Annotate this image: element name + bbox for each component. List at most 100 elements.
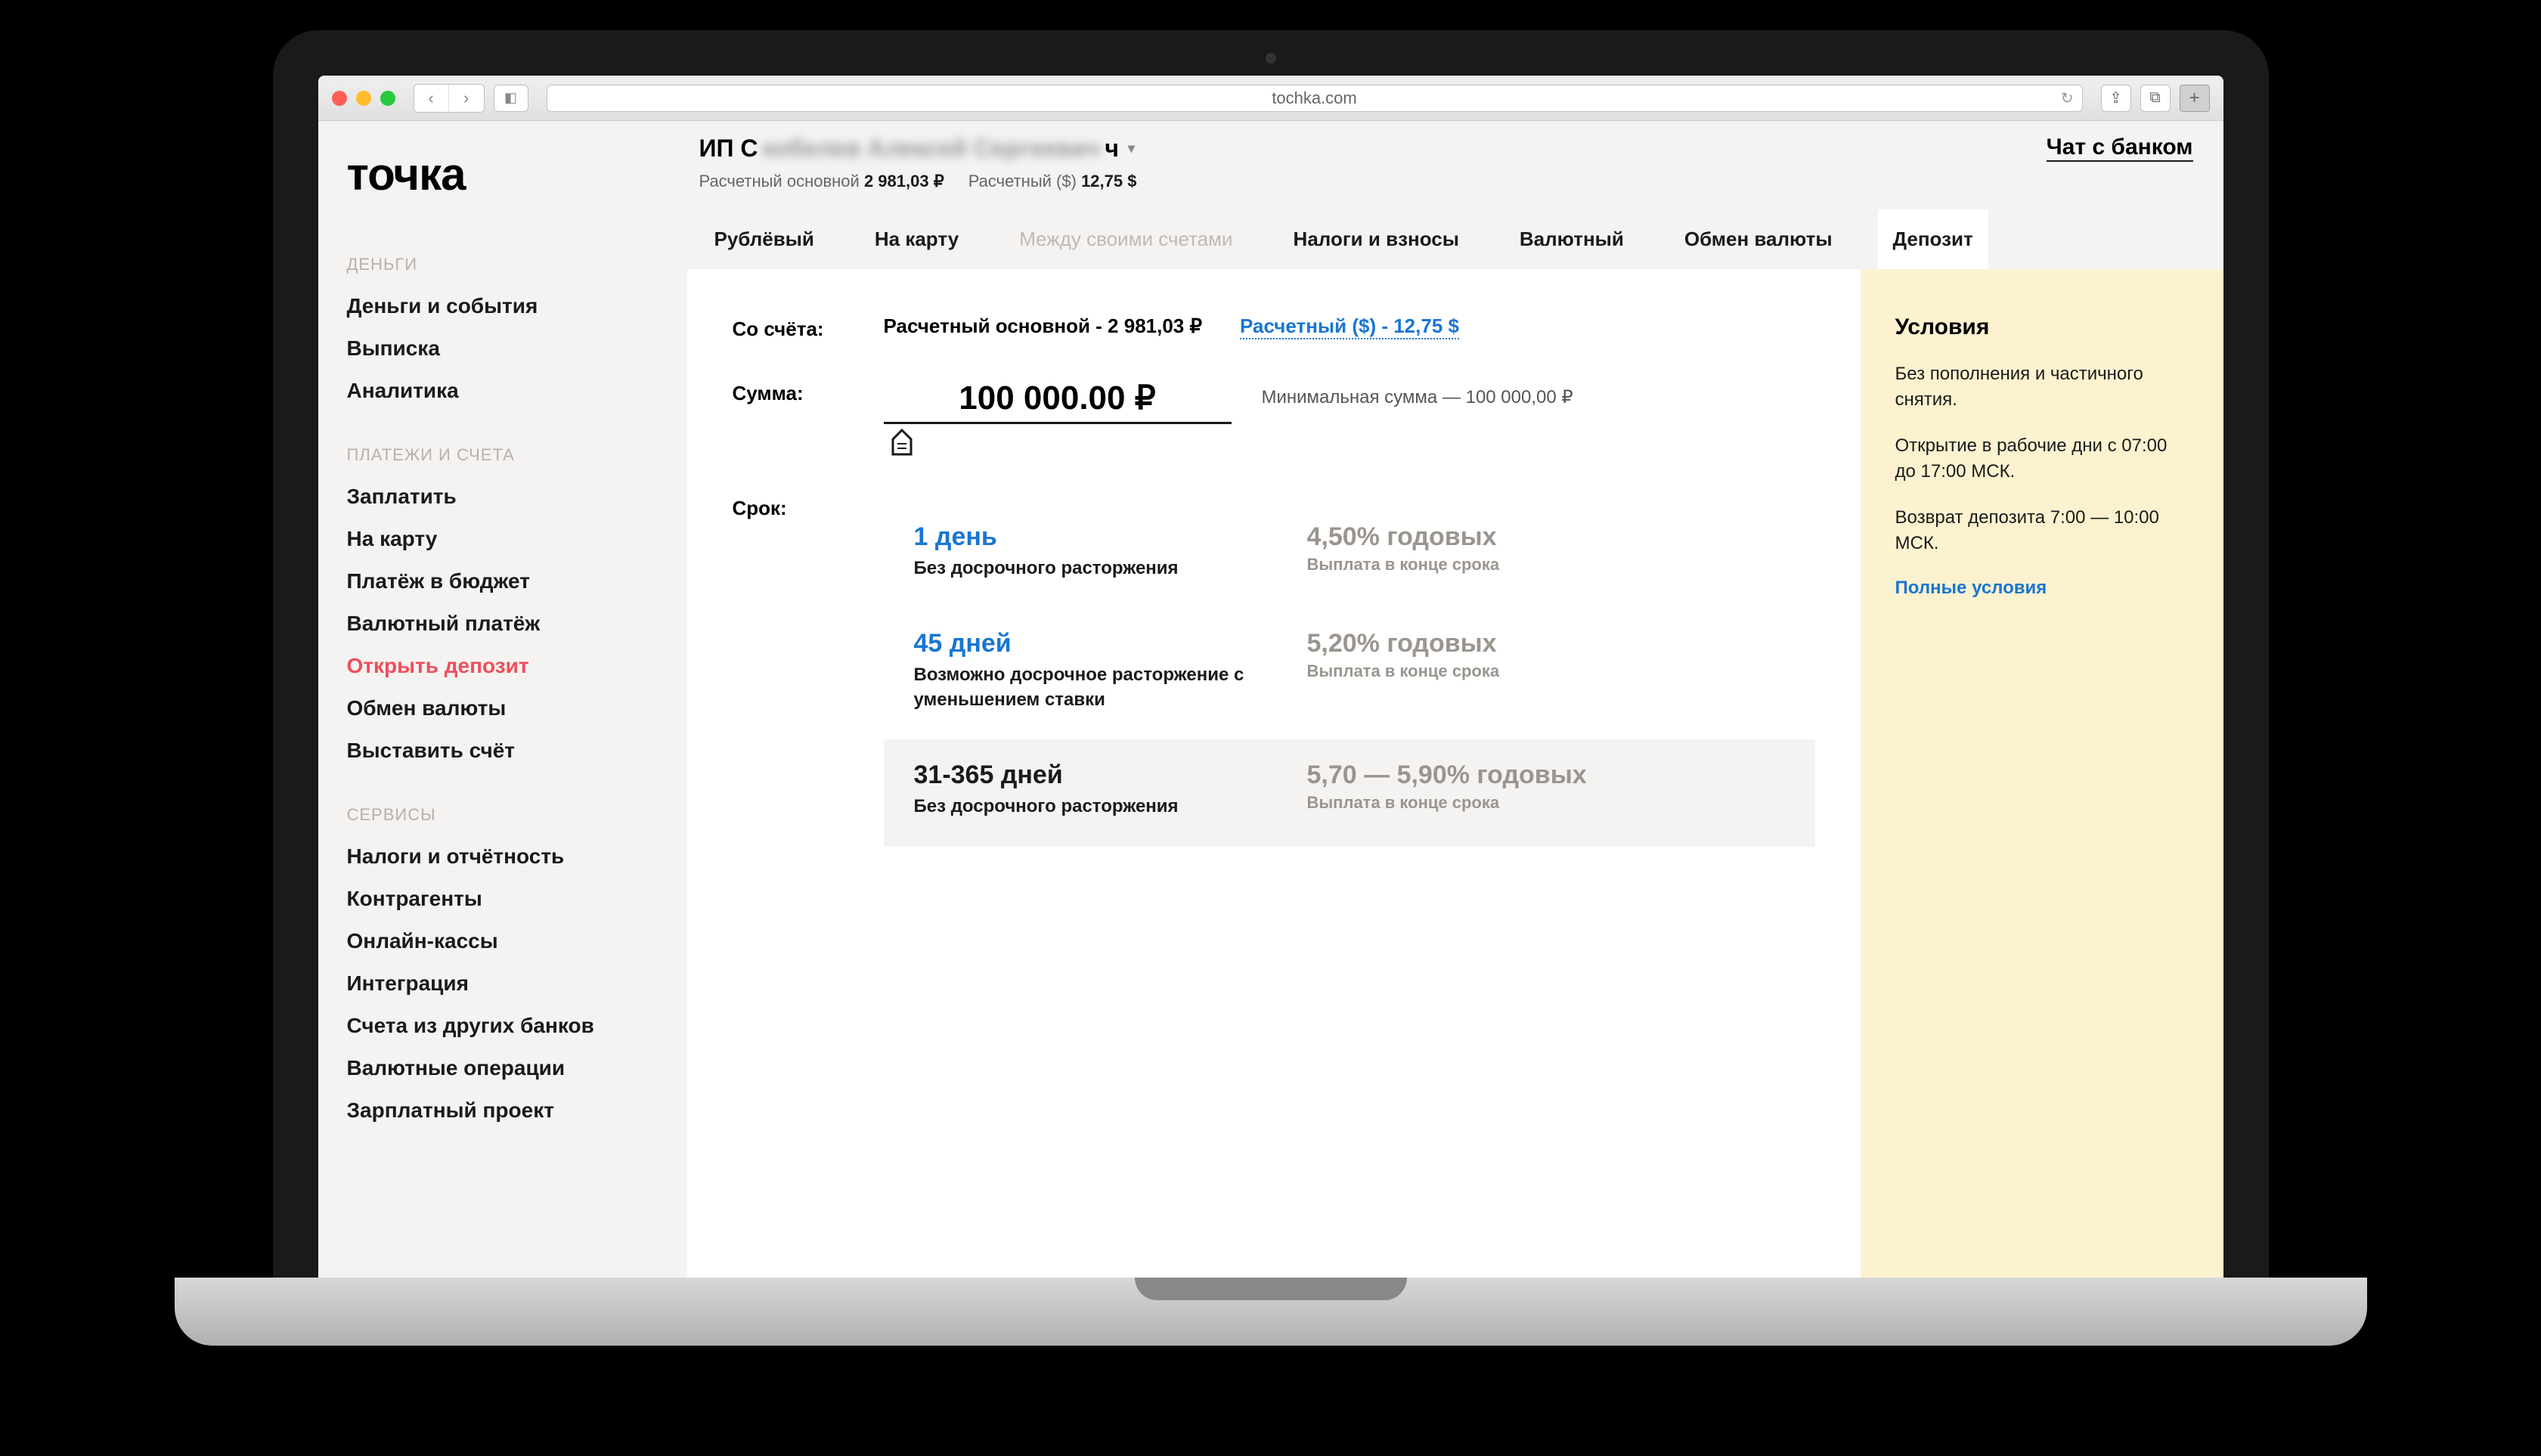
tabs-overview-icon[interactable]: ⧉ [2140, 85, 2171, 112]
balances-row: Расчетный основной 2 981,03 ₽ Расчетный … [699, 172, 1137, 191]
url-bar[interactable]: tochka.com [547, 85, 2083, 112]
merchant-prefix: ИП С [699, 135, 758, 163]
sidebar-item-other-banks[interactable]: Счета из других банков [318, 1005, 651, 1047]
amount-input[interactable]: 100 000.00 ₽ [884, 379, 1232, 424]
browser-toolbar: ‹ › ◧ tochka.com ↻ ⇪ ⧉ + [318, 76, 2223, 121]
page-header: ИП Скобелев Алексей Сергеевичч ▾ Расчетн… [651, 121, 2223, 209]
balance-value: 2 981,03 ₽ [864, 172, 944, 191]
full-conditions-link[interactable]: Полные условия [1895, 578, 2047, 598]
term-options: 1 день Без досрочного расторжения 4,50% … [884, 501, 1815, 847]
screen: ‹ › ◧ tochka.com ↻ ⇪ ⧉ + точка ДЕНЬГИ Де… [318, 76, 2223, 1285]
tab-deposit[interactable]: Депозит [1878, 209, 1988, 269]
sidebar-item-currency-payment[interactable]: Валютный платёж [318, 603, 651, 645]
sidebar-item-analytics[interactable]: Аналитика [318, 370, 651, 412]
tab-between-own: Между своими счетами [1004, 209, 1247, 269]
nav-section-money: ДЕНЬГИ Деньги и события Выписка Аналитик… [318, 244, 651, 412]
forward-button[interactable]: › [449, 85, 484, 112]
term-sub: Без досрочного расторжения [914, 795, 1307, 819]
conditions-text: Возврат депозита 7:00 — 10:00 МСК. [1895, 505, 2189, 556]
term-option-31-365days[interactable]: 31-365 дней Без досрочного расторжения 5… [884, 739, 1815, 846]
sidebar-item-to-card[interactable]: На карту [318, 518, 651, 560]
sidebar-item-issue-invoice[interactable]: Выставить счёт [318, 730, 651, 772]
conditions-title: Условия [1895, 314, 2189, 340]
account-option-usd[interactable]: Расчетный ($) - 12,75 $ [1240, 314, 1459, 339]
sidebar-item-events[interactable]: Деньги и события [318, 285, 651, 327]
maximize-window-icon[interactable] [380, 91, 395, 106]
sidebar-item-budget-payment[interactable]: Платёж в бюджет [318, 560, 651, 603]
from-account-label: Со счёта: [733, 314, 854, 341]
nav-section-payments: ПЛАТЕЖИ И СЧЕТА Заплатить На карту Платё… [318, 435, 651, 772]
merchant-name-blurred: кобелев Алексей Сергеевич [763, 135, 1101, 163]
sidebar-item-pay[interactable]: Заплатить [318, 476, 651, 518]
nav-section-title: ПЛАТЕЖИ И СЧЕТА [318, 435, 651, 476]
payment-tabs: Рублёвый На карту Между своими счетами Н… [651, 209, 2223, 269]
nav-section-title: ДЕНЬГИ [318, 244, 651, 285]
tab-ruble[interactable]: Рублёвый [699, 209, 829, 269]
minimize-window-icon[interactable] [356, 91, 371, 106]
sidebar-item-counterparties[interactable]: Контрагенты [318, 878, 651, 920]
app-root: точка ДЕНЬГИ Деньги и события Выписка Ан… [318, 121, 2223, 1285]
merchant-selector[interactable]: ИП Скобелев Алексей Сергеевичч ▾ [699, 135, 1137, 163]
share-icon[interactable]: ⇪ [2101, 85, 2131, 112]
conditions-panel: Условия Без пополнения и частичного снят… [1861, 269, 2223, 1285]
sidebar-item-statement[interactable]: Выписка [318, 327, 651, 370]
amount-slider[interactable] [884, 429, 1232, 456]
new-tab-button[interactable]: + [2180, 85, 2210, 112]
term-title: 1 день [914, 522, 1307, 552]
sidebar-item-payroll[interactable]: Зарплатный проект [318, 1089, 651, 1132]
amount-label: Сумма: [733, 379, 854, 405]
refresh-icon[interactable]: ↻ [2061, 88, 2074, 107]
term-option-1day[interactable]: 1 день Без досрочного расторжения 4,50% … [884, 501, 1815, 608]
term-rate: 5,70 — 5,90% годовых [1307, 761, 1587, 790]
term-rate-sub: Выплата в конце срока [1307, 793, 1587, 813]
account-selector: Расчетный основной - 2 981,03 ₽ Расчетны… [884, 314, 1815, 339]
window-controls [332, 91, 395, 106]
balance-label: Расчетный основной [699, 172, 860, 191]
term-title: 45 дней [914, 629, 1307, 658]
deposit-form: Со счёта: Расчетный основной - 2 981,03 … [687, 269, 1861, 1285]
content-area: ИП Скобелев Алексей Сергеевичч ▾ Расчетн… [651, 121, 2223, 1285]
close-window-icon[interactable] [332, 91, 347, 106]
url-text: tochka.com [1272, 88, 1357, 108]
nav-buttons: ‹ › [414, 84, 485, 113]
brand-logo: точка [318, 139, 651, 221]
tab-exchange[interactable]: Обмен валюты [1669, 209, 1848, 269]
back-button[interactable]: ‹ [414, 85, 449, 112]
camera-icon [1266, 53, 1276, 64]
chat-with-bank-link[interactable]: Чат с банком [2047, 135, 2193, 162]
deposit-form-area: Со счёта: Расчетный основной - 2 981,03 … [651, 269, 2223, 1285]
term-option-45days[interactable]: 45 дней Возможно досрочное расторжение с… [884, 608, 1815, 739]
term-rate: 4,50% годовых [1307, 522, 1500, 552]
laptop-frame: ‹ › ◧ tochka.com ↻ ⇪ ⧉ + точка ДЕНЬГИ Де… [273, 30, 2269, 1285]
term-sub: Без досрочного расторжения [914, 556, 1307, 581]
term-label: Срок: [733, 494, 854, 520]
sidebar-item-open-deposit[interactable]: Открыть депозит [318, 645, 651, 687]
tab-to-card[interactable]: На карту [860, 209, 974, 269]
term-rate-sub: Выплата в конце срока [1307, 555, 1500, 575]
laptop-notch [1135, 1278, 1407, 1300]
term-rate: 5,20% годовых [1307, 629, 1500, 658]
nav-section-title: СЕРВИСЫ [318, 795, 651, 835]
sidebar-item-currency-ops[interactable]: Валютные операции [318, 1047, 651, 1089]
min-amount-hint: Минимальная сумма — 100 000,00 ₽ [1262, 386, 1573, 408]
sidebar-item-taxes[interactable]: Налоги и отчётность [318, 835, 651, 878]
chevron-down-icon: ▾ [1128, 141, 1135, 156]
conditions-text: Без пополнения и частичного снятия. [1895, 361, 2189, 412]
term-sub: Возможно досрочное расторжение с уменьше… [914, 663, 1307, 712]
balance-label: Расчетный ($) [968, 172, 1077, 191]
sidebar-item-currency-exchange[interactable]: Обмен валюты [318, 687, 651, 730]
tab-taxes[interactable]: Налоги и взносы [1278, 209, 1474, 269]
merchant-suffix: ч [1105, 135, 1119, 163]
sidebar: точка ДЕНЬГИ Деньги и события Выписка Ан… [318, 121, 651, 1285]
sidebar-toggle-icon[interactable]: ◧ [494, 85, 528, 112]
sidebar-item-online-cash[interactable]: Онлайн-кассы [318, 920, 651, 962]
tab-currency[interactable]: Валютный [1504, 209, 1639, 269]
account-option-primary[interactable]: Расчетный основной - 2 981,03 ₽ [884, 314, 1203, 339]
sidebar-item-integration[interactable]: Интеграция [318, 962, 651, 1005]
term-rate-sub: Выплата в конце срока [1307, 661, 1500, 681]
slider-handle-icon [888, 429, 916, 456]
balance-value: 12,75 $ [1081, 172, 1136, 191]
laptop-base [175, 1278, 2367, 1346]
conditions-text: Открытие в рабочие дни с 07:00 до 17:00 … [1895, 433, 2189, 484]
term-title: 31-365 дней [914, 761, 1307, 790]
